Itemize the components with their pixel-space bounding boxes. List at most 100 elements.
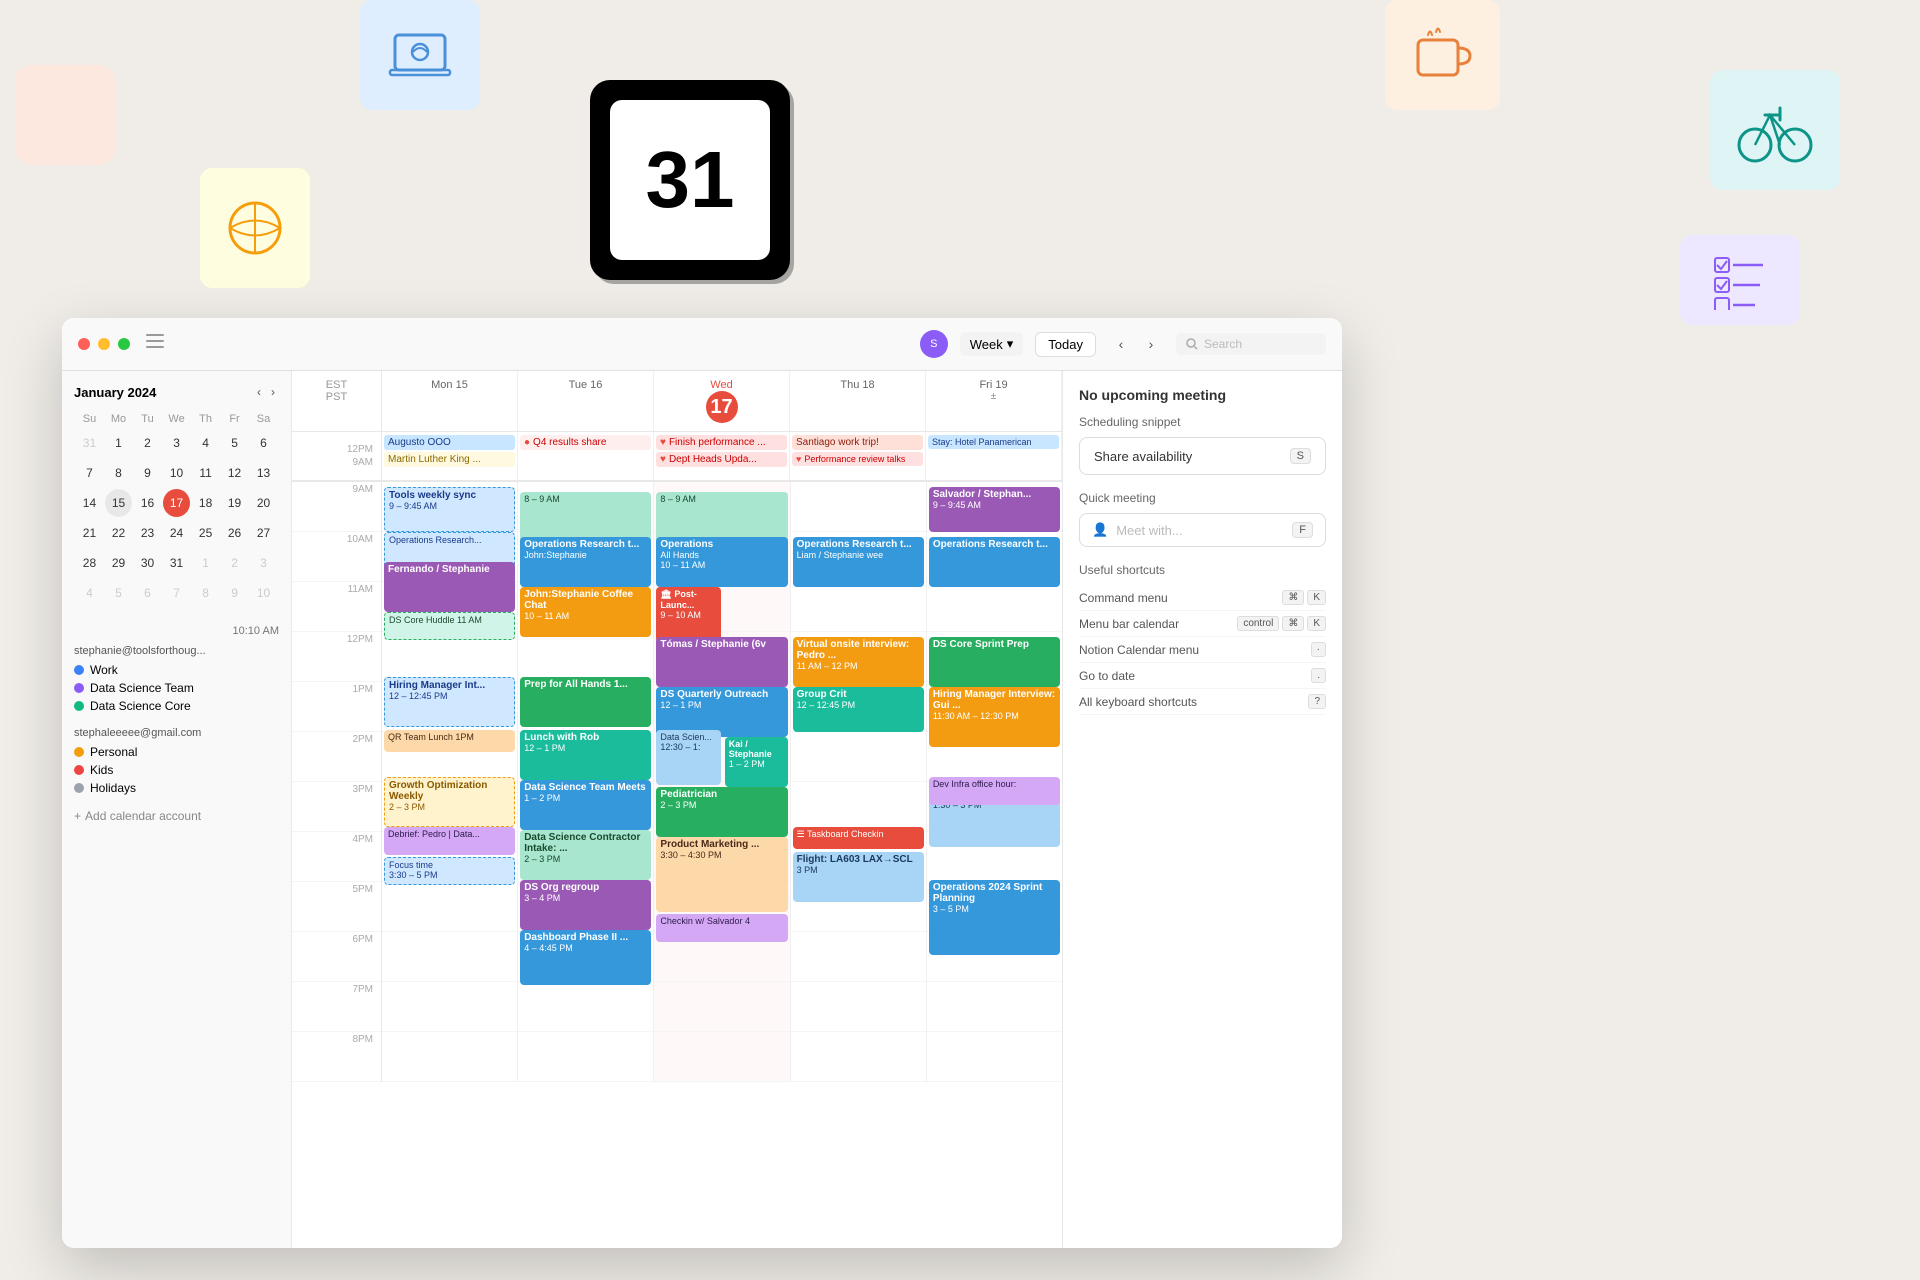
event-ds-team-meets[interactable]: Data Science Team Meets 1 – 2 PM bbox=[520, 780, 651, 830]
prev-button[interactable]: ‹ bbox=[1108, 331, 1134, 357]
event-virtual-onsite[interactable]: Virtual onsite interview: Pedro ... 11 A… bbox=[793, 637, 924, 687]
event-fernando-stephanie[interactable]: Fernando / Stephanie bbox=[384, 562, 515, 612]
mini-cal-day[interactable]: 24 bbox=[163, 519, 190, 547]
event-ds-core-sprint[interactable]: DS Core Sprint Prep bbox=[929, 637, 1060, 687]
mini-cal-day[interactable]: 21 bbox=[76, 519, 103, 547]
allday-event[interactable]: Santiago work trip! bbox=[792, 435, 923, 450]
next-button[interactable]: › bbox=[1138, 331, 1164, 357]
calendar-item-ds-core[interactable]: Data Science Core bbox=[74, 697, 279, 715]
mini-cal-day[interactable]: 11 bbox=[192, 459, 219, 487]
close-button[interactable] bbox=[78, 338, 90, 350]
event-hiring-manager-fri[interactable]: Hiring Manager Interview: Gui ... 11:30 … bbox=[929, 687, 1060, 747]
mini-cal-day[interactable]: 4 bbox=[192, 429, 219, 457]
event-pediatrician[interactable]: Pediatrician 2 – 3 PM bbox=[656, 787, 787, 837]
event-operations-research-thu[interactable]: Operations Research t... Liam / Stephani… bbox=[793, 537, 924, 587]
event-taskboard-checkin[interactable]: ☰ Taskboard Checkin bbox=[793, 827, 924, 849]
event-checkin-salvador[interactable]: Checkin w/ Salvador 4 bbox=[656, 914, 787, 942]
event-operations-research-tue[interactable]: Operations Research t... John:Stephanie bbox=[520, 537, 651, 587]
user-avatar[interactable]: S bbox=[920, 330, 948, 358]
mini-cal-day[interactable]: 5 bbox=[105, 579, 132, 607]
event-growth-optimization[interactable]: Growth Optimization Weekly 2 – 3 PM bbox=[384, 777, 515, 827]
mini-cal-day[interactable]: 8 bbox=[105, 459, 132, 487]
mini-cal-day[interactable]: 27 bbox=[250, 519, 277, 547]
event-flight[interactable]: Flight: LA603 LAX→SCL 3 PM bbox=[793, 852, 924, 902]
mini-cal-day[interactable]: 9 bbox=[221, 579, 248, 607]
event-dev-infra[interactable]: Dev Infra office hour: bbox=[929, 777, 1060, 805]
mini-cal-day[interactable]: 5 bbox=[221, 429, 248, 457]
event-operations-research-fri[interactable]: Operations Research t... bbox=[929, 537, 1060, 587]
mini-cal-day[interactable]: 9 bbox=[134, 459, 161, 487]
event-qr-team-lunch[interactable]: QR Team Lunch 1PM bbox=[384, 730, 515, 752]
mini-cal-day[interactable]: 6 bbox=[134, 579, 161, 607]
mini-cal-day-selected[interactable]: 15 bbox=[105, 489, 132, 517]
mini-cal-day[interactable]: 1 bbox=[192, 549, 219, 577]
calendar-item-ds-team[interactable]: Data Science Team bbox=[74, 679, 279, 697]
meet-with-input[interactable]: 👤 Meet with... F bbox=[1079, 513, 1326, 547]
event-product-marketing[interactable]: Product Marketing ... 3:30 – 4:30 PM bbox=[656, 837, 787, 912]
mini-cal-prev[interactable]: ‹ bbox=[253, 383, 265, 401]
mini-cal-day[interactable]: 13 bbox=[250, 459, 277, 487]
mini-cal-day[interactable]: 28 bbox=[76, 549, 103, 577]
event-tools-weekly[interactable]: Tools weekly sync 9 – 9:45 AM bbox=[384, 487, 515, 532]
event-ds-core-huddle[interactable]: DS Core Huddle 11 AM bbox=[384, 612, 515, 640]
mini-cal-day[interactable]: 3 bbox=[250, 549, 277, 577]
calendar-item-work[interactable]: Work bbox=[74, 661, 279, 679]
maximize-button[interactable] bbox=[118, 338, 130, 350]
add-calendar-account[interactable]: + Add calendar account bbox=[74, 809, 279, 823]
calendar-item-kids[interactable]: Kids bbox=[74, 761, 279, 779]
mini-cal-day[interactable]: 10 bbox=[163, 459, 190, 487]
mini-cal-day[interactable]: 12 bbox=[221, 459, 248, 487]
mini-cal-day[interactable]: 31 bbox=[76, 429, 103, 457]
event-focus-time[interactable]: Focus time 3:30 – 5 PM bbox=[384, 857, 515, 885]
mini-cal-day[interactable]: 14 bbox=[76, 489, 103, 517]
event-dashboard-phase[interactable]: Dashboard Phase II ... 4 – 4:45 PM bbox=[520, 930, 651, 985]
cal-scroll-area[interactable]: 9AM 10AM 11AM 12PM 1PM 2PM 3PM 4PM 5PM 6… bbox=[292, 482, 1062, 1248]
mini-cal-day-today[interactable]: 17 bbox=[163, 489, 190, 517]
mini-cal-day[interactable]: 18 bbox=[192, 489, 219, 517]
sidebar-toggle-icon[interactable] bbox=[146, 334, 166, 354]
event-operations-2024[interactable]: Operations 2024 Sprint Planning 3 – 5 PM bbox=[929, 880, 1060, 955]
event-group-crit[interactable]: Group Crit 12 – 12:45 PM bbox=[793, 687, 924, 732]
mini-cal-day[interactable]: 25 bbox=[192, 519, 219, 547]
allday-event[interactable]: Augusto OOO bbox=[384, 435, 515, 450]
mini-cal-day[interactable]: 20 bbox=[250, 489, 277, 517]
mini-cal-day[interactable]: 23 bbox=[134, 519, 161, 547]
today-button[interactable]: Today bbox=[1035, 332, 1096, 357]
allday-event[interactable]: ● Q4 results share bbox=[520, 435, 651, 450]
mini-cal-day[interactable]: 19 bbox=[221, 489, 248, 517]
search-box[interactable]: Search bbox=[1176, 333, 1326, 355]
minimize-button[interactable] bbox=[98, 338, 110, 350]
event-coffee-chat[interactable]: John:Stephanie Coffee Chat 10 – 11 AM bbox=[520, 587, 651, 637]
mini-cal-day[interactable]: 30 bbox=[134, 549, 161, 577]
allday-event[interactable]: Martin Luther King ... bbox=[384, 452, 515, 467]
mini-cal-day[interactable]: 1 bbox=[105, 429, 132, 457]
mini-cal-day[interactable]: 2 bbox=[221, 549, 248, 577]
event-kai-stephanie[interactable]: Kai / Stephanie 1 – 2 PM bbox=[725, 737, 788, 787]
event-operations-wed[interactable]: Operations All Hands 10 – 11 AM bbox=[656, 537, 787, 587]
event-data-scien[interactable]: Data Scien... 12:30 – 1: bbox=[656, 730, 721, 785]
event-tomas-stephanie[interactable]: Tómas / Stephanie (6v bbox=[656, 637, 787, 687]
allday-event[interactable]: Stay: Hotel Panamerican bbox=[928, 435, 1059, 449]
event-ds-contractor[interactable]: Data Science Contractor Intake: ... 2 – … bbox=[520, 830, 651, 880]
allday-event[interactable]: ♥ Dept Heads Upda... bbox=[656, 452, 787, 467]
mini-cal-day[interactable]: 31 bbox=[163, 549, 190, 577]
mini-cal-day[interactable]: 16 bbox=[134, 489, 161, 517]
event-hiring-manager-mon[interactable]: Hiring Manager Int... 12 – 12:45 PM bbox=[384, 677, 515, 727]
allday-event[interactable]: ♥ Performance review talks bbox=[792, 452, 923, 466]
calendar-item-personal[interactable]: Personal bbox=[74, 743, 279, 761]
mini-cal-day[interactable]: 6 bbox=[250, 429, 277, 457]
event-salvador-stephanie[interactable]: Salvador / Stephan... 9 – 9:45 AM bbox=[929, 487, 1060, 532]
mini-cal-day[interactable]: 22 bbox=[105, 519, 132, 547]
mini-cal-day[interactable]: 26 bbox=[221, 519, 248, 547]
mini-cal-day[interactable]: 7 bbox=[163, 579, 190, 607]
allday-event[interactable]: ♥ Finish performance ... bbox=[656, 435, 787, 450]
view-selector[interactable]: Week ▾ bbox=[960, 332, 1024, 356]
event-prep-all-hands[interactable]: Prep for All Hands 1... bbox=[520, 677, 651, 727]
mini-cal-day[interactable]: 10 bbox=[250, 579, 277, 607]
calendar-item-holidays[interactable]: Holidays bbox=[74, 779, 279, 797]
event-post-launch[interactable]: 🏛 Post-Launc... 9 – 10 AM bbox=[656, 587, 721, 642]
mini-cal-day[interactable]: 2 bbox=[134, 429, 161, 457]
share-availability-button[interactable]: Share availability S bbox=[1079, 437, 1326, 475]
mini-cal-next[interactable]: › bbox=[267, 383, 279, 401]
event-ds-org-regroup[interactable]: DS Org regroup 3 – 4 PM bbox=[520, 880, 651, 930]
